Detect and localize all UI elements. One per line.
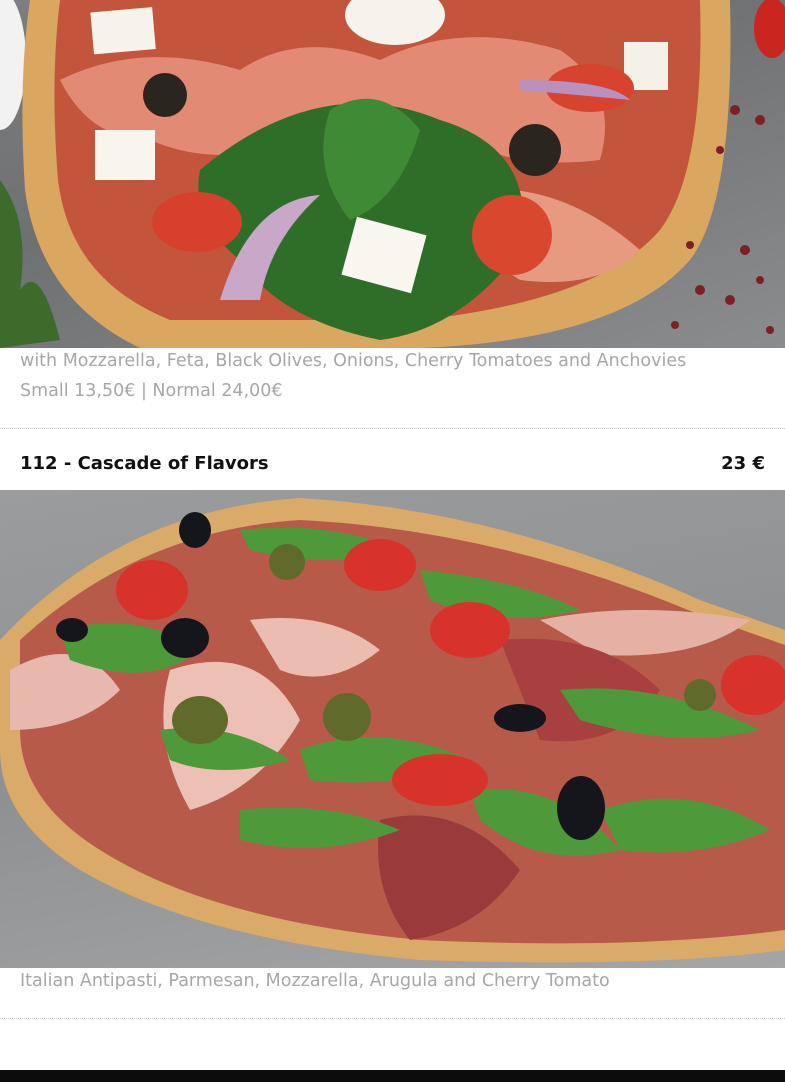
- item-size-prices: Small 13,50€ | Normal 24,00€: [20, 381, 283, 401]
- item-divider: [0, 428, 785, 429]
- menu-page: with Mozzarella, Feta, Black Olives, Oni…: [0, 0, 785, 1082]
- item-description: Italian Antipasti, Parmesan, Mozzarella,…: [20, 971, 610, 991]
- footer-bar: [0, 1070, 785, 1082]
- item-price: 23 €: [721, 453, 765, 474]
- item-title[interactable]: 112 - Cascade of Flavors: [20, 453, 269, 474]
- item-description: with Mozzarella, Feta, Black Olives, Oni…: [20, 351, 687, 371]
- pizza-photo-antipasti: [0, 490, 785, 968]
- pizza-photo-salmon: [0, 0, 785, 348]
- item-divider: [0, 1018, 785, 1019]
